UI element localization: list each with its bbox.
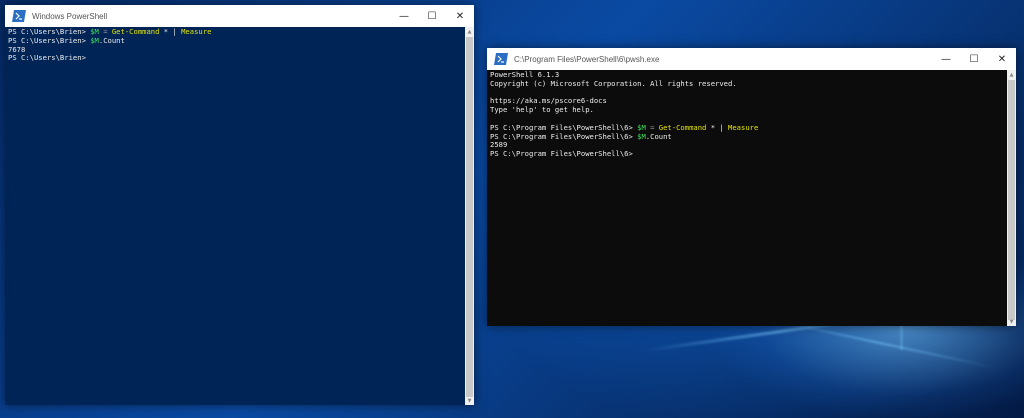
console-var: $M xyxy=(90,27,99,36)
console-var: $M xyxy=(90,35,99,45)
console-text: Type 'help' to get help. xyxy=(490,105,594,115)
window-title: Windows PowerShell xyxy=(32,11,108,21)
console-prompt: PS C:\Program Files\PowerShell\6> xyxy=(490,122,638,132)
powershell-icon xyxy=(12,10,26,22)
windows-powershell-window[interactable]: Windows PowerShell — ☐ ✕ PS C:\Users\Bri… xyxy=(5,5,474,405)
console-output[interactable]: PowerShell 6.1.3 Copyright (c) Microsoft … xyxy=(487,70,1007,326)
console-text: https://aka.ms/pscore6-docs xyxy=(490,96,607,106)
console-line: PS C:\Program Files\PowerShell\6> xyxy=(490,149,1004,159)
close-button[interactable]: ✕ xyxy=(446,5,474,27)
console-line: PS C:\Program Files\PowerShell\6> $M.Cou… xyxy=(490,131,1004,142)
close-button[interactable]: ✕ xyxy=(988,48,1016,70)
console-prompt: PS C:\Program Files\PowerShell\6> xyxy=(490,149,638,159)
scroll-up-icon[interactable]: ▲ xyxy=(465,27,474,36)
maximize-icon: ☐ xyxy=(427,10,437,22)
console-text: PowerShell 6.1.3 xyxy=(490,70,560,79)
scroll-up-icon[interactable]: ▲ xyxy=(1007,70,1016,79)
console-prompt: PS C:\Users\Brien> xyxy=(8,53,91,63)
title-bar[interactable]: Windows PowerShell — ☐ ✕ xyxy=(5,5,474,27)
console-prompt: PS C:\Users\Brien> xyxy=(8,35,91,45)
console-line: Type 'help' to get help. xyxy=(490,105,1004,115)
scrollbar-thumb[interactable] xyxy=(1008,80,1015,320)
maximize-button[interactable]: ☐ xyxy=(960,48,988,70)
console-var: $M xyxy=(637,122,646,132)
minimize-icon: — xyxy=(941,53,951,65)
console-op: = xyxy=(645,122,659,132)
console-cmd2: Measure xyxy=(728,122,759,132)
console-prompt: PS C:\Users\Brien> xyxy=(8,27,91,36)
console-prop: .Count xyxy=(645,131,672,141)
powershell-icon xyxy=(494,53,508,65)
scroll-down-icon[interactable]: ▼ xyxy=(465,396,474,405)
console-line: PS C:\Users\Brien> xyxy=(8,53,462,63)
close-icon: ✕ xyxy=(455,10,465,22)
close-icon: ✕ xyxy=(997,53,1007,65)
console-op: = xyxy=(98,27,112,36)
console-cmd: Get-Command xyxy=(658,122,707,132)
minimize-button[interactable]: — xyxy=(932,48,960,70)
maximize-icon: ☐ xyxy=(969,53,979,65)
window-title: C:\Program Files\PowerShell\6\pwsh.exe xyxy=(514,54,660,64)
console-var: $M xyxy=(637,131,646,141)
console-cmd2: Measure xyxy=(181,27,212,36)
console-output[interactable]: PS C:\Users\Brien> $M = Get-Command * | … xyxy=(5,27,465,405)
console-prompt: PS C:\Program Files\PowerShell\6> xyxy=(490,131,638,141)
vertical-scrollbar[interactable]: ▲ ▼ xyxy=(465,27,474,405)
console-prop: .Count xyxy=(98,35,125,45)
scroll-down-icon[interactable]: ▼ xyxy=(1007,317,1016,326)
console-pipe: | xyxy=(719,122,729,132)
console-text: 2589 xyxy=(490,140,508,150)
console-line: PS C:\Users\Brien> $M.Count xyxy=(8,35,462,46)
console-rest: * xyxy=(706,122,720,132)
maximize-button[interactable]: ☐ xyxy=(418,5,446,27)
console-pipe: | xyxy=(172,27,182,36)
console-text: Copyright (c) Microsoft Corporation. All… xyxy=(490,78,737,88)
minimize-button[interactable]: — xyxy=(390,5,418,27)
console-cmd: Get-Command xyxy=(111,27,160,36)
scrollbar-thumb[interactable] xyxy=(466,37,473,397)
console-text: 7678 xyxy=(8,44,26,54)
minimize-icon: — xyxy=(399,10,409,22)
console-line: Copyright (c) Microsoft Corporation. All… xyxy=(490,78,1004,89)
vertical-scrollbar[interactable]: ▲ ▼ xyxy=(1007,70,1016,326)
title-bar[interactable]: C:\Program Files\PowerShell\6\pwsh.exe —… xyxy=(487,48,1016,70)
pwsh-window[interactable]: C:\Program Files\PowerShell\6\pwsh.exe —… xyxy=(487,48,1016,326)
console-rest: * xyxy=(159,27,173,36)
